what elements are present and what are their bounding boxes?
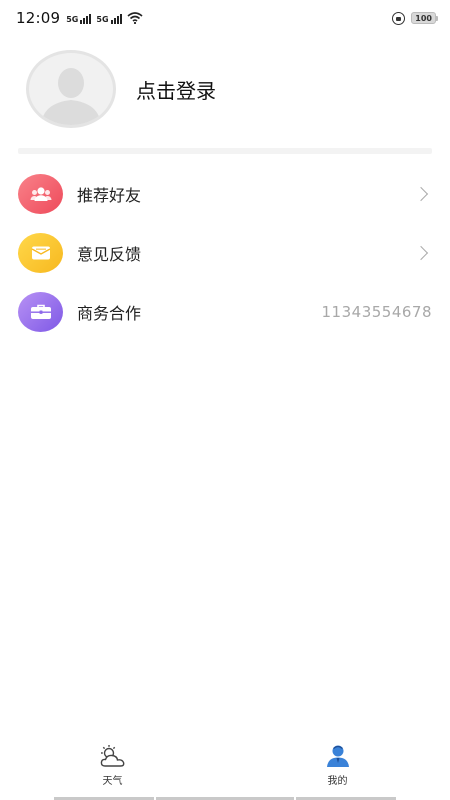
bottom-tab-bar: 天气 我的 [0,734,450,800]
signal-label: 5G [66,15,79,24]
wifi-icon [126,12,143,24]
weather-icon [100,745,124,767]
status-right: 100 [392,11,438,25]
menu-item-business-cooperation[interactable]: 商务合作 11343554678 [18,282,432,341]
signal-label: 5G [96,15,109,24]
friends-icon [18,173,63,214]
battery-level: 100 [415,13,432,23]
tab-label: 天气 [102,776,123,787]
chevron-right-icon [413,186,429,201]
chevron-right-icon [413,245,429,260]
battery-icon: 100 [411,12,438,24]
status-time: 12:09 [16,9,61,27]
briefcase-icon [18,291,63,332]
profile-header[interactable]: 点击登录 [26,50,430,128]
status-icons: 5G 5G [66,12,143,24]
tab-mine[interactable]: 我的 [225,734,450,800]
business-phone-number[interactable]: 11343554678 [322,303,432,321]
menu-item-label: 意见反馈 [77,244,142,264]
signal-icon: 5G [66,12,92,24]
section-divider [18,148,432,154]
default-avatar-icon [41,68,101,125]
profile-icon [326,745,349,767]
signal-icon: 5G [96,12,122,24]
status-bar: 12:09 5G 5G 100 [0,0,450,36]
rotation-lock-icon [392,11,406,25]
avatar[interactable] [26,50,116,128]
menu-item-recommend-friends[interactable]: 推荐好友 [18,164,432,223]
feedback-icon [18,232,63,273]
menu-item-feedback[interactable]: 意见反馈 [18,223,432,282]
menu-list: 推荐好友 意见反馈 商务合作 11343554678 [18,164,432,341]
menu-item-label: 推荐好友 [77,185,142,205]
tab-weather[interactable]: 天气 [0,734,225,800]
menu-item-label: 商务合作 [77,303,142,323]
tab-label: 我的 [327,776,348,787]
login-text[interactable]: 点击登录 [136,75,216,104]
